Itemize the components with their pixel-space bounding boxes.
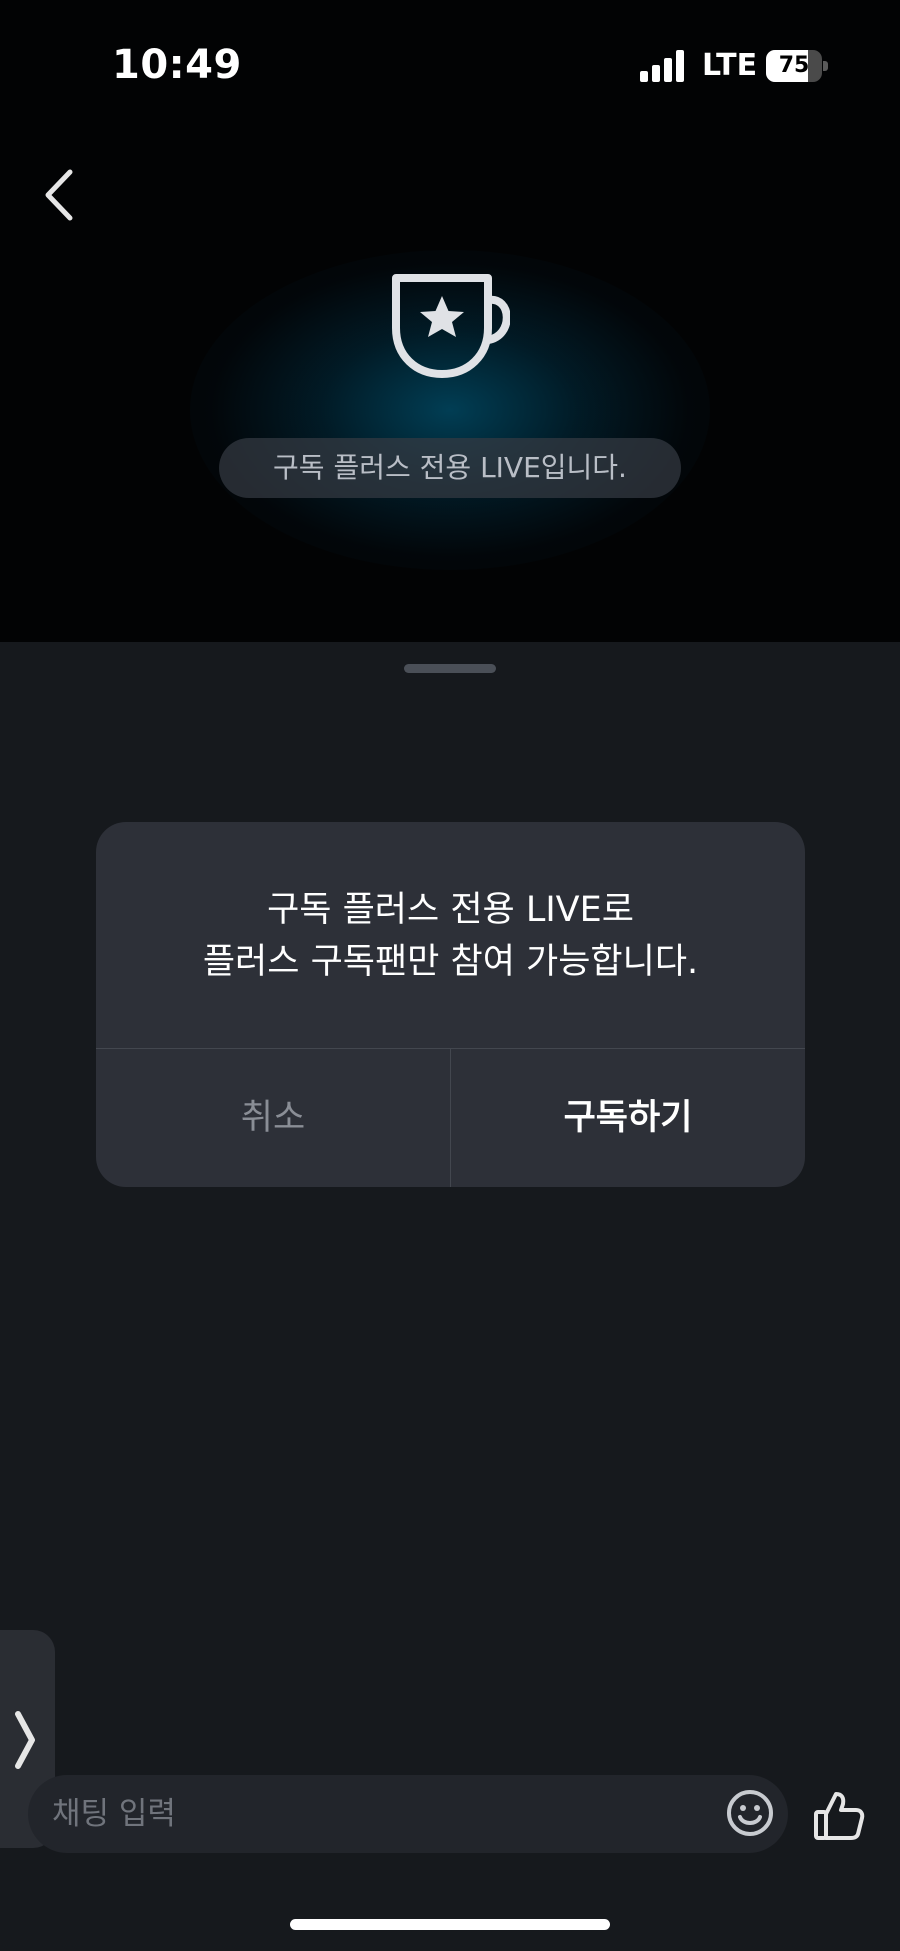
cellular-signal-icon <box>640 50 684 82</box>
thumbs-up-icon[interactable] <box>812 1788 866 1842</box>
chat-input-placeholder: 채팅 입력 <box>52 1796 176 1832</box>
star-cup-icon <box>390 270 511 382</box>
network-type: LTE <box>702 48 758 83</box>
status-bar: 10:49 LTE 75 <box>0 0 900 130</box>
chevron-right-icon <box>15 1711 35 1769</box>
subscriber-only-notice: 구독 플러스 전용 LIVE입니다. <box>219 438 681 498</box>
chat-input[interactable]: 채팅 입력 <box>28 1775 788 1853</box>
status-time: 10:49 <box>112 42 242 88</box>
back-button[interactable] <box>36 160 84 230</box>
chevron-left-icon <box>45 169 73 221</box>
dialog-message: 구독 플러스 전용 LIVE로 플러스 구독팬만 참여 가능합니다. <box>96 884 805 988</box>
subscription-dialog: 구독 플러스 전용 LIVE로 플러스 구독팬만 참여 가능합니다. 취소 구독… <box>96 822 805 1187</box>
subscribe-button[interactable]: 구독하기 <box>451 1049 805 1187</box>
battery-percent: 75 <box>778 53 810 78</box>
dialog-message-line1: 구독 플러스 전용 LIVE로 <box>267 890 634 930</box>
smile-icon[interactable] <box>725 1788 775 1838</box>
cancel-button[interactable]: 취소 <box>96 1049 450 1187</box>
battery-icon: 75 <box>766 50 828 82</box>
dialog-message-line2: 플러스 구독팬만 참여 가능합니다. <box>202 942 699 982</box>
home-indicator <box>290 1919 610 1930</box>
sheet-drag-handle[interactable] <box>404 664 496 673</box>
